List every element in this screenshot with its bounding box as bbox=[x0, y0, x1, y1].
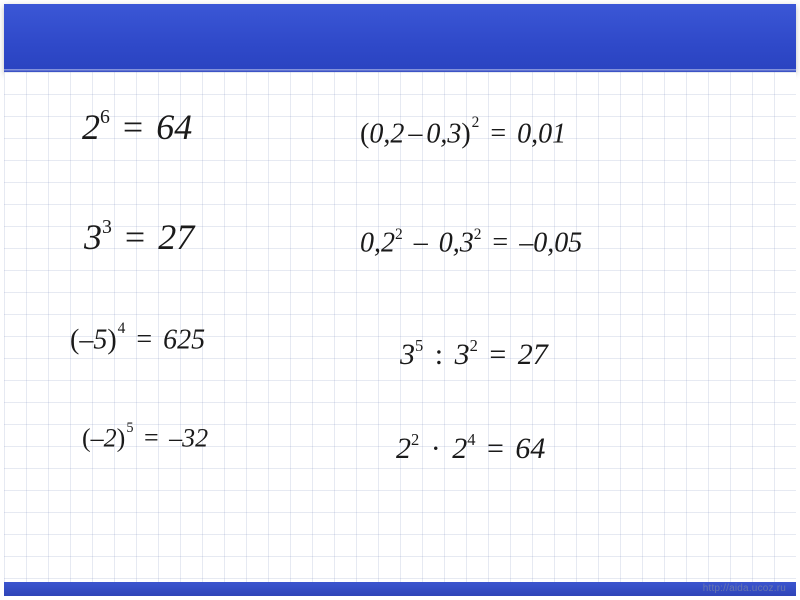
eq4-result: –32 bbox=[169, 423, 208, 452]
eq2-equals: = bbox=[121, 217, 149, 257]
equation-8: 22 · 24 = 64 bbox=[396, 430, 545, 466]
eq8-b-base: 2 bbox=[452, 432, 467, 465]
eq1-equals: = bbox=[119, 107, 147, 147]
eq5-rpar: ) bbox=[461, 118, 470, 149]
eq7-result: 27 bbox=[518, 338, 548, 371]
eq4-inner: –2 bbox=[91, 423, 117, 452]
eq8-a-base: 2 bbox=[396, 432, 411, 465]
eq5-equals: = bbox=[486, 118, 510, 149]
eq3-inner: –5 bbox=[79, 324, 107, 355]
eq3-lpar: ( bbox=[70, 324, 79, 355]
eq6-b-exp: 2 bbox=[474, 226, 482, 243]
eq8-b-exp: 4 bbox=[467, 430, 475, 449]
eq5-result: 0,01 bbox=[517, 118, 566, 149]
eq7-a-base: 3 bbox=[400, 338, 415, 371]
eq5-b: 0,3 bbox=[426, 118, 461, 149]
eq3-result: 625 bbox=[163, 324, 205, 355]
eq1-base: 2 bbox=[82, 107, 100, 147]
watermark-text: http://aida.ucoz.ru bbox=[703, 583, 786, 594]
footer-bar: http://aida.ucoz.ru bbox=[4, 582, 796, 596]
eq8-result: 64 bbox=[515, 432, 545, 465]
equation-4: (–2)5 = –32 bbox=[82, 420, 208, 453]
eq7-divide: : bbox=[431, 338, 447, 371]
eq6-a-base: 0,2 bbox=[360, 227, 395, 258]
eq5-a: 0,2 bbox=[369, 118, 404, 149]
eq4-equals: = bbox=[140, 423, 163, 452]
eq6-a-exp: 2 bbox=[395, 226, 403, 243]
eq5-minus: – bbox=[404, 118, 426, 149]
eq2-result: 27 bbox=[158, 217, 194, 257]
eq3-rpar: ) bbox=[107, 324, 116, 355]
eq7-a-exp: 5 bbox=[415, 336, 423, 355]
eq7-equals: = bbox=[485, 338, 510, 371]
slide: 26 = 64 33 = 27 (–5)4 = 625 (–2)5 = –32 … bbox=[0, 0, 800, 600]
equation-6: 0,22 – 0,32 = –0,05 bbox=[360, 226, 582, 259]
equation-1: 26 = 64 bbox=[82, 106, 192, 148]
equation-5: (0,2–0,3)2 = 0,01 bbox=[360, 114, 566, 150]
equation-7: 35 : 32 = 27 bbox=[400, 336, 548, 372]
eq1-exp: 6 bbox=[100, 106, 110, 128]
eq2-exp: 3 bbox=[102, 216, 112, 238]
eq6-equals: = bbox=[488, 227, 512, 258]
eq5-lpar: ( bbox=[360, 118, 369, 149]
eq3-equals: = bbox=[132, 324, 156, 355]
equation-2: 33 = 27 bbox=[84, 216, 194, 258]
eq6-result: –0,05 bbox=[519, 227, 582, 258]
eq4-exp: 5 bbox=[125, 420, 133, 436]
eq7-b-exp: 2 bbox=[470, 336, 478, 355]
eq8-dot: · bbox=[427, 432, 445, 465]
eq3-exp: 4 bbox=[117, 320, 126, 337]
eq6-b-base: 0,3 bbox=[439, 227, 474, 258]
eq1-result: 64 bbox=[156, 107, 192, 147]
eq2-base: 3 bbox=[84, 217, 102, 257]
eq8-equals: = bbox=[483, 432, 508, 465]
title-bar bbox=[4, 4, 796, 72]
eq8-a-exp: 2 bbox=[411, 430, 419, 449]
eq6-minus: – bbox=[410, 227, 432, 258]
eq7-b-base: 3 bbox=[455, 338, 470, 371]
equation-3: (–5)4 = 625 bbox=[70, 320, 205, 356]
eq4-lpar: ( bbox=[82, 423, 91, 452]
eq5-exp: 2 bbox=[471, 114, 480, 131]
